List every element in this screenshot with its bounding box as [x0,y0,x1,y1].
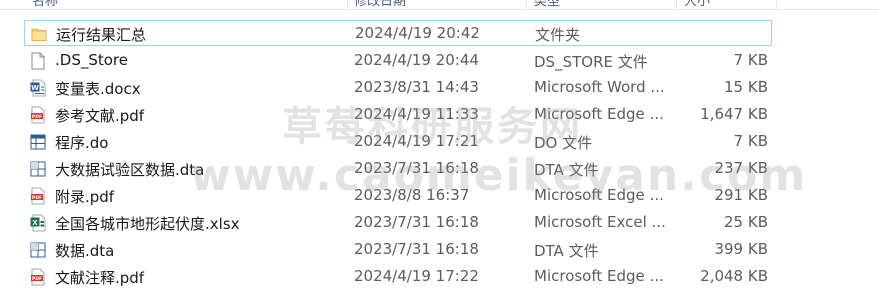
file-modified-date: 2023/8/31 14:43 [354,78,479,96]
file-modified-date: 2024/4/19 20:42 [355,24,480,42]
column-size-header[interactable]: 大小 [684,0,710,9]
pdf-icon: PDF [30,187,46,205]
stata-dta-icon [30,160,46,178]
file-modified-date: 2024/4/19 17:21 [354,132,479,150]
file-type: DTA 文件 [534,161,599,179]
stata-do-icon [30,133,46,151]
file-size: 1,647 KB [700,105,768,123]
file-row[interactable]: 数据.dta 2023/7/31 16:18 DTA 文件 399 KB [24,237,772,263]
file-row[interactable]: 大数据试验区数据.dta 2023/7/31 16:18 DTA 文件 237 KB [24,156,772,182]
column-divider[interactable] [347,0,348,10]
file-name[interactable]: 附录.pdf [55,186,114,207]
file-modified-date: 2023/7/31 16:18 [354,159,479,177]
file-size: 399 KB [714,240,768,258]
file-modified-date: 2024/4/19 11:33 [354,105,479,123]
file-size: 15 KB [724,78,768,96]
file-row[interactable]: PDF 附录.pdf 2023/8/8 16:37 Microsoft Edge ..… [24,183,772,209]
file-type: DO 文件 [534,134,593,152]
file-type: Microsoft Word ... [534,78,665,96]
file-size: 7 KB [733,51,768,69]
file-size: 291 KB [714,186,768,204]
file-type: Microsoft Excel ... [534,213,666,231]
pdf-icon: PDF [30,106,46,124]
file-row[interactable]: 程序.do 2024/4/19 17:21 DO 文件 7 KB [24,129,772,155]
column-divider[interactable] [526,0,527,10]
file-type: DS_STORE 文件 [534,53,648,71]
file-name[interactable]: 运行结果汇总 [56,24,146,45]
svg-text:W: W [31,84,39,92]
svg-text:X: X [32,219,38,227]
file-name[interactable]: 参考文献.pdf [55,105,144,126]
file-size: 2,048 KB [700,267,768,285]
file-type: Microsoft Edge ... [534,267,664,285]
file-name[interactable]: 文献注释.pdf [55,267,144,288]
column-type-header[interactable]: 类型 [534,0,560,9]
stata-dta-icon [30,241,46,259]
file-size: 25 KB [724,213,768,231]
pdf-icon: PDF [30,268,46,286]
file-name[interactable]: 数据.dta [55,240,114,261]
svg-text:PDF: PDF [32,114,42,120]
file-modified-date: 2023/7/31 16:18 [354,240,479,258]
svg-text:PDF: PDF [32,276,42,282]
column-name-header[interactable]: 名称 [32,0,58,9]
file-type: 文件夹 [535,26,581,44]
file-row[interactable]: PDF 参考文献.pdf 2024/4/19 11:33 Microsoft Edge… [24,102,772,128]
file-type: Microsoft Edge ... [534,186,664,204]
file-modified-date: 2023/8/8 16:37 [354,186,470,204]
file-modified-date: 2023/7/31 16:18 [354,213,479,231]
file-row[interactable]: 运行结果汇总 2024/4/19 20:42 文件夹 [24,20,772,46]
file-row[interactable]: X 全国各城市地形起伏度.xlsx 2023/7/31 16:18 Microsoft… [24,210,772,236]
svg-text:PDF: PDF [32,195,42,201]
file-size: 7 KB [733,132,768,150]
word-icon: W [30,79,46,97]
file-type: DTA 文件 [534,242,599,260]
file-row[interactable]: .DS_Store 2024/4/19 20:44 DS_STORE 文件 7 KB [24,48,772,74]
file-row[interactable]: W 变量表.docx 2023/8/31 14:43 Microsoft Word .… [24,75,772,101]
file-size: 237 KB [714,159,768,177]
excel-icon: X [30,214,46,232]
file-name[interactable]: .DS_Store [55,51,128,69]
file-name[interactable]: 大数据试验区数据.dta [55,159,204,180]
file-modified-date: 2024/4/19 17:22 [354,267,479,285]
column-header: 名称 修改日期 类型 大小 [0,0,879,10]
file-name[interactable]: 全国各城市地形起伏度.xlsx [55,213,240,234]
file-name[interactable]: 变量表.docx [55,78,141,99]
file-name[interactable]: 程序.do [55,132,108,153]
file-row[interactable]: PDF 文献注释.pdf 2024/4/19 17:22 Microsoft Edge… [24,264,772,290]
column-divider[interactable] [676,0,677,10]
column-divider[interactable] [776,0,777,10]
column-date-header[interactable]: 修改日期 [354,0,406,9]
blank-file-icon [30,52,46,70]
file-modified-date: 2024/4/19 20:44 [354,51,479,69]
file-type: Microsoft Edge ... [534,105,664,123]
folder-icon [31,25,47,43]
